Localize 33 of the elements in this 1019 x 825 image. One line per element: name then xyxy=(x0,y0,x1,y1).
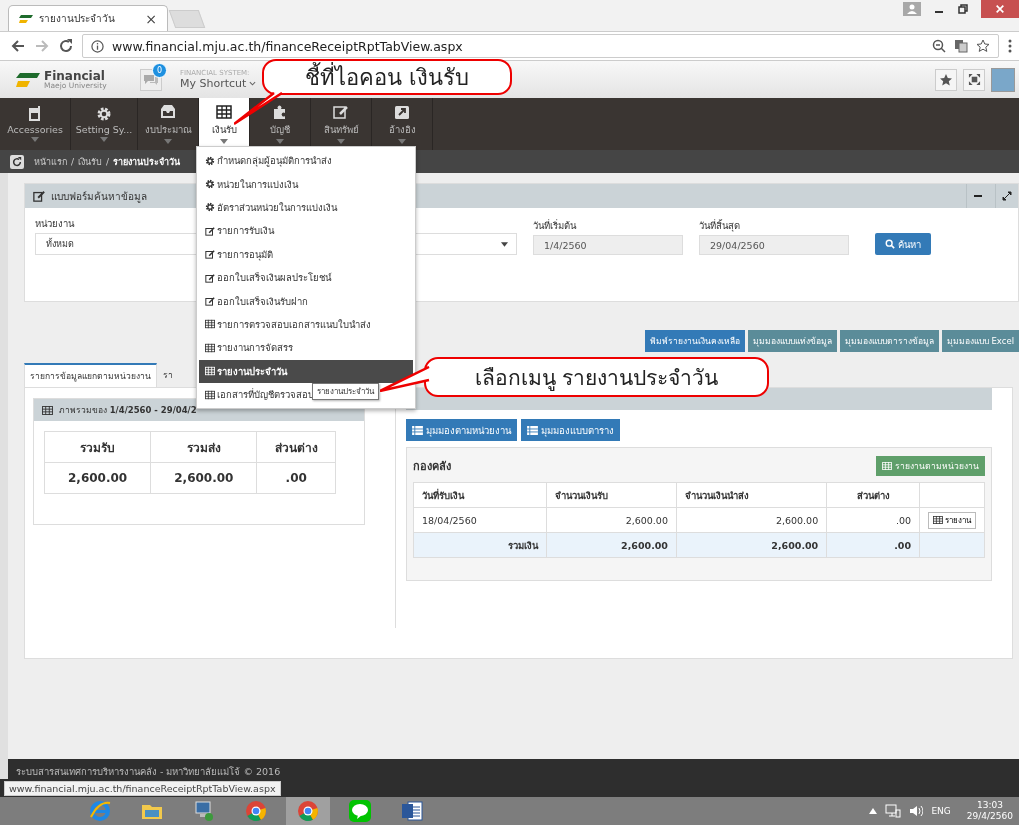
panel-title: ภาพรวมของ 1/4/2560 - 29/04/2 xyxy=(59,404,197,417)
total-label: รวมเงิน xyxy=(413,532,547,558)
table-cell: .00 xyxy=(256,462,336,494)
tooltip: รายงานประจำวัน xyxy=(312,383,379,400)
breadcrumb-separator: / xyxy=(71,156,75,167)
panel-title: แบบฟอร์มค้นหาข้อมูล xyxy=(51,189,147,204)
table-cell: 2,600.00 xyxy=(44,462,151,494)
table-header: ส่วนต่าง xyxy=(826,482,920,508)
table-cell: 2,600.00 xyxy=(676,532,827,558)
field-label: วันที่สิ้นสุด xyxy=(699,218,740,233)
field-label: วันที่เริ่มต้น xyxy=(533,218,576,233)
table-header: วันที่รับเงิน xyxy=(413,482,547,508)
tab-title: รายงานประจำวัน xyxy=(39,12,116,26)
notification-badge: 0 xyxy=(152,62,167,78)
table-header: รวมรับ xyxy=(44,431,151,463)
breadcrumb-item: รายงานประจำวัน xyxy=(113,155,181,169)
table-cell: 2,600.00 xyxy=(150,462,257,494)
table-header: รวมส่ง xyxy=(150,431,257,463)
footer-text: ระบบสารสนเทศการบริหารงานคลัง - มหาวิทยาลัยแม่โจ้ © 2016 xyxy=(16,765,281,779)
table-cell: .00 xyxy=(826,532,920,558)
table-cell: 2,600.00 xyxy=(546,532,677,558)
breadcrumb-separator: / xyxy=(106,156,110,167)
table-header: ส่วนต่าง xyxy=(256,431,336,463)
status-url: www.financial.mju.ac.th/financeReceiptRptTabView.aspx xyxy=(4,781,281,796)
unit-title: กองคลัง xyxy=(413,459,451,475)
table-cell: 18/04/2560 xyxy=(413,507,547,533)
table-cell: 2,600.00 xyxy=(676,507,827,533)
table-cell: .00 xyxy=(826,507,920,533)
logo-title: Financial xyxy=(44,69,105,82)
table-cell: 2,600.00 xyxy=(546,507,677,533)
field-label: หน่วยงาน xyxy=(35,217,74,231)
table-header: จำนวนเงินนำส่ง xyxy=(676,482,827,508)
table-header: จำนวนเงินรับ xyxy=(546,482,677,508)
